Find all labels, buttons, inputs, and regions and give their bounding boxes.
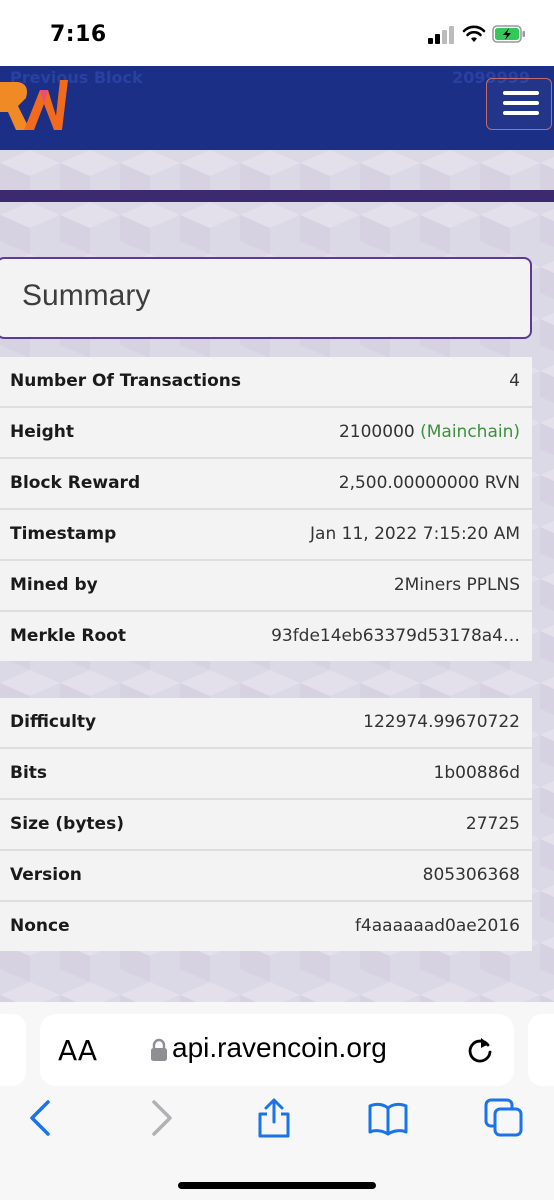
- row-label: Size (bytes): [10, 814, 124, 834]
- banner-strip: [0, 190, 554, 202]
- share-icon[interactable]: [254, 1098, 294, 1138]
- row-label: Merkle Root: [10, 626, 126, 646]
- summary-table: Number Of Transactions 4 Height 2100000 …: [0, 357, 532, 661]
- table-row: Version 805306368: [0, 851, 532, 902]
- next-tab-preview[interactable]: [528, 1014, 554, 1086]
- row-value: 2,500.00000000 RVN: [338, 473, 520, 493]
- back-icon[interactable]: [22, 1098, 62, 1138]
- home-indicator: [178, 1182, 376, 1189]
- previous-tab-preview[interactable]: [0, 1014, 26, 1086]
- battery-charging-icon: [492, 25, 525, 43]
- row-label: Version: [10, 865, 82, 885]
- tabs-icon[interactable]: [484, 1098, 524, 1138]
- row-label: Height: [10, 422, 74, 442]
- row-label: Number Of Transactions: [10, 371, 242, 391]
- text-size-button[interactable]: AA: [58, 1034, 97, 1067]
- row-label: Block Reward: [10, 473, 141, 493]
- table-row: Timestamp Jan 11, 2022 7:15:20 AM: [0, 510, 532, 561]
- reload-icon[interactable]: [464, 1034, 496, 1066]
- status-bar: 7:16: [0, 0, 554, 66]
- table-row: Nonce f4aaaaaad0ae2016: [0, 902, 532, 951]
- summary-card: Summary: [0, 257, 532, 339]
- signal-icon: [428, 26, 456, 44]
- row-value: 2100000 (Mainchain): [339, 422, 520, 442]
- hamburger-menu-button[interactable]: [486, 78, 552, 130]
- row-value: 93fde14eb63379d53178a4…: [271, 626, 520, 646]
- row-value: 805306368: [422, 865, 520, 885]
- table-row: Number Of Transactions 4: [0, 357, 532, 408]
- forward-icon[interactable]: [140, 1098, 180, 1138]
- row-label: Timestamp: [10, 524, 117, 544]
- row-value: f4aaaaaad0ae2016: [354, 916, 520, 936]
- table-row: Bits 1b00886d: [0, 749, 532, 800]
- row-value: 1b00886d: [433, 763, 520, 783]
- table-row: Block Reward 2,500.00000000 RVN: [0, 459, 532, 510]
- details-table: Difficulty 122974.99670722 Bits 1b00886d…: [0, 698, 532, 951]
- table-row: Merkle Root 93fde14eb63379d53178a4…: [0, 612, 532, 661]
- table-row: Height 2100000 (Mainchain): [0, 408, 532, 459]
- row-value: 27725: [465, 814, 520, 834]
- ravencoin-logo[interactable]: [0, 72, 70, 136]
- row-value: 122974.99670722: [363, 712, 520, 732]
- table-row: Size (bytes) 27725: [0, 800, 532, 851]
- wifi-icon: [462, 25, 486, 42]
- row-label: Mined by: [10, 575, 98, 595]
- miner-link[interactable]: 2Miners PPLNS: [394, 575, 520, 595]
- row-value: Jan 11, 2022 7:15:20 AM: [310, 524, 520, 544]
- height-value: 2100000: [338, 422, 415, 442]
- url-text[interactable]: api.ravencoin.org: [172, 1032, 387, 1064]
- summary-title: Summary: [22, 279, 151, 312]
- row-value: 4: [509, 371, 520, 391]
- address-bar[interactable]: AA api.ravencoin.org: [40, 1014, 514, 1086]
- bookmarks-icon[interactable]: [368, 1098, 408, 1138]
- site-header: Previous Block 2099999: [0, 66, 554, 150]
- table-row: Difficulty 122974.99670722: [0, 698, 532, 749]
- lock-icon: [151, 1038, 167, 1061]
- mainchain-status: (Mainchain): [420, 422, 520, 442]
- status-time: 7:16: [50, 22, 107, 47]
- browser-toolbar: AA api.ravencoin.org: [0, 1002, 554, 1200]
- row-label: Difficulty: [10, 712, 97, 732]
- table-row: Mined by 2Miners PPLNS: [0, 561, 532, 612]
- row-label: Bits: [10, 763, 48, 783]
- row-label: Nonce: [10, 916, 70, 936]
